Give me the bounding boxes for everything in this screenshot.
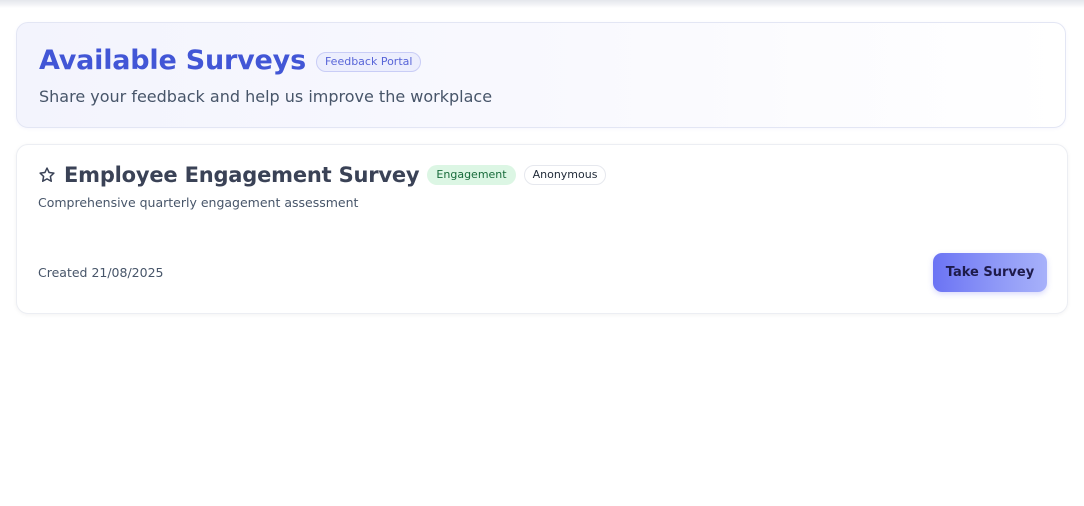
feedback-portal-badge: Feedback Portal [315, 51, 422, 72]
page-title: Available Surveys [39, 45, 306, 76]
category-tag-engagement: Engagement [427, 165, 516, 185]
survey-title: Employee Engagement Survey [64, 163, 420, 187]
survey-description: Comprehensive quarterly engagement asses… [38, 195, 359, 210]
top-shadow-bar [0, 0, 1084, 8]
page-header-card: Available Surveys Feedback Portal Share … [16, 22, 1066, 128]
page-subtitle: Share your feedback and help us improve … [39, 87, 493, 106]
survey-card-header: Employee Engagement Survey Engagement An… [38, 163, 607, 187]
star-icon[interactable] [38, 166, 56, 184]
take-survey-button[interactable]: Take Survey [933, 253, 1047, 292]
header-title-row: Available Surveys Feedback Portal [39, 45, 422, 76]
anonymous-tag: Anonymous [523, 165, 607, 185]
survey-card: Employee Engagement Survey Engagement An… [16, 144, 1068, 314]
created-date: Created 21/08/2025 [38, 265, 164, 280]
